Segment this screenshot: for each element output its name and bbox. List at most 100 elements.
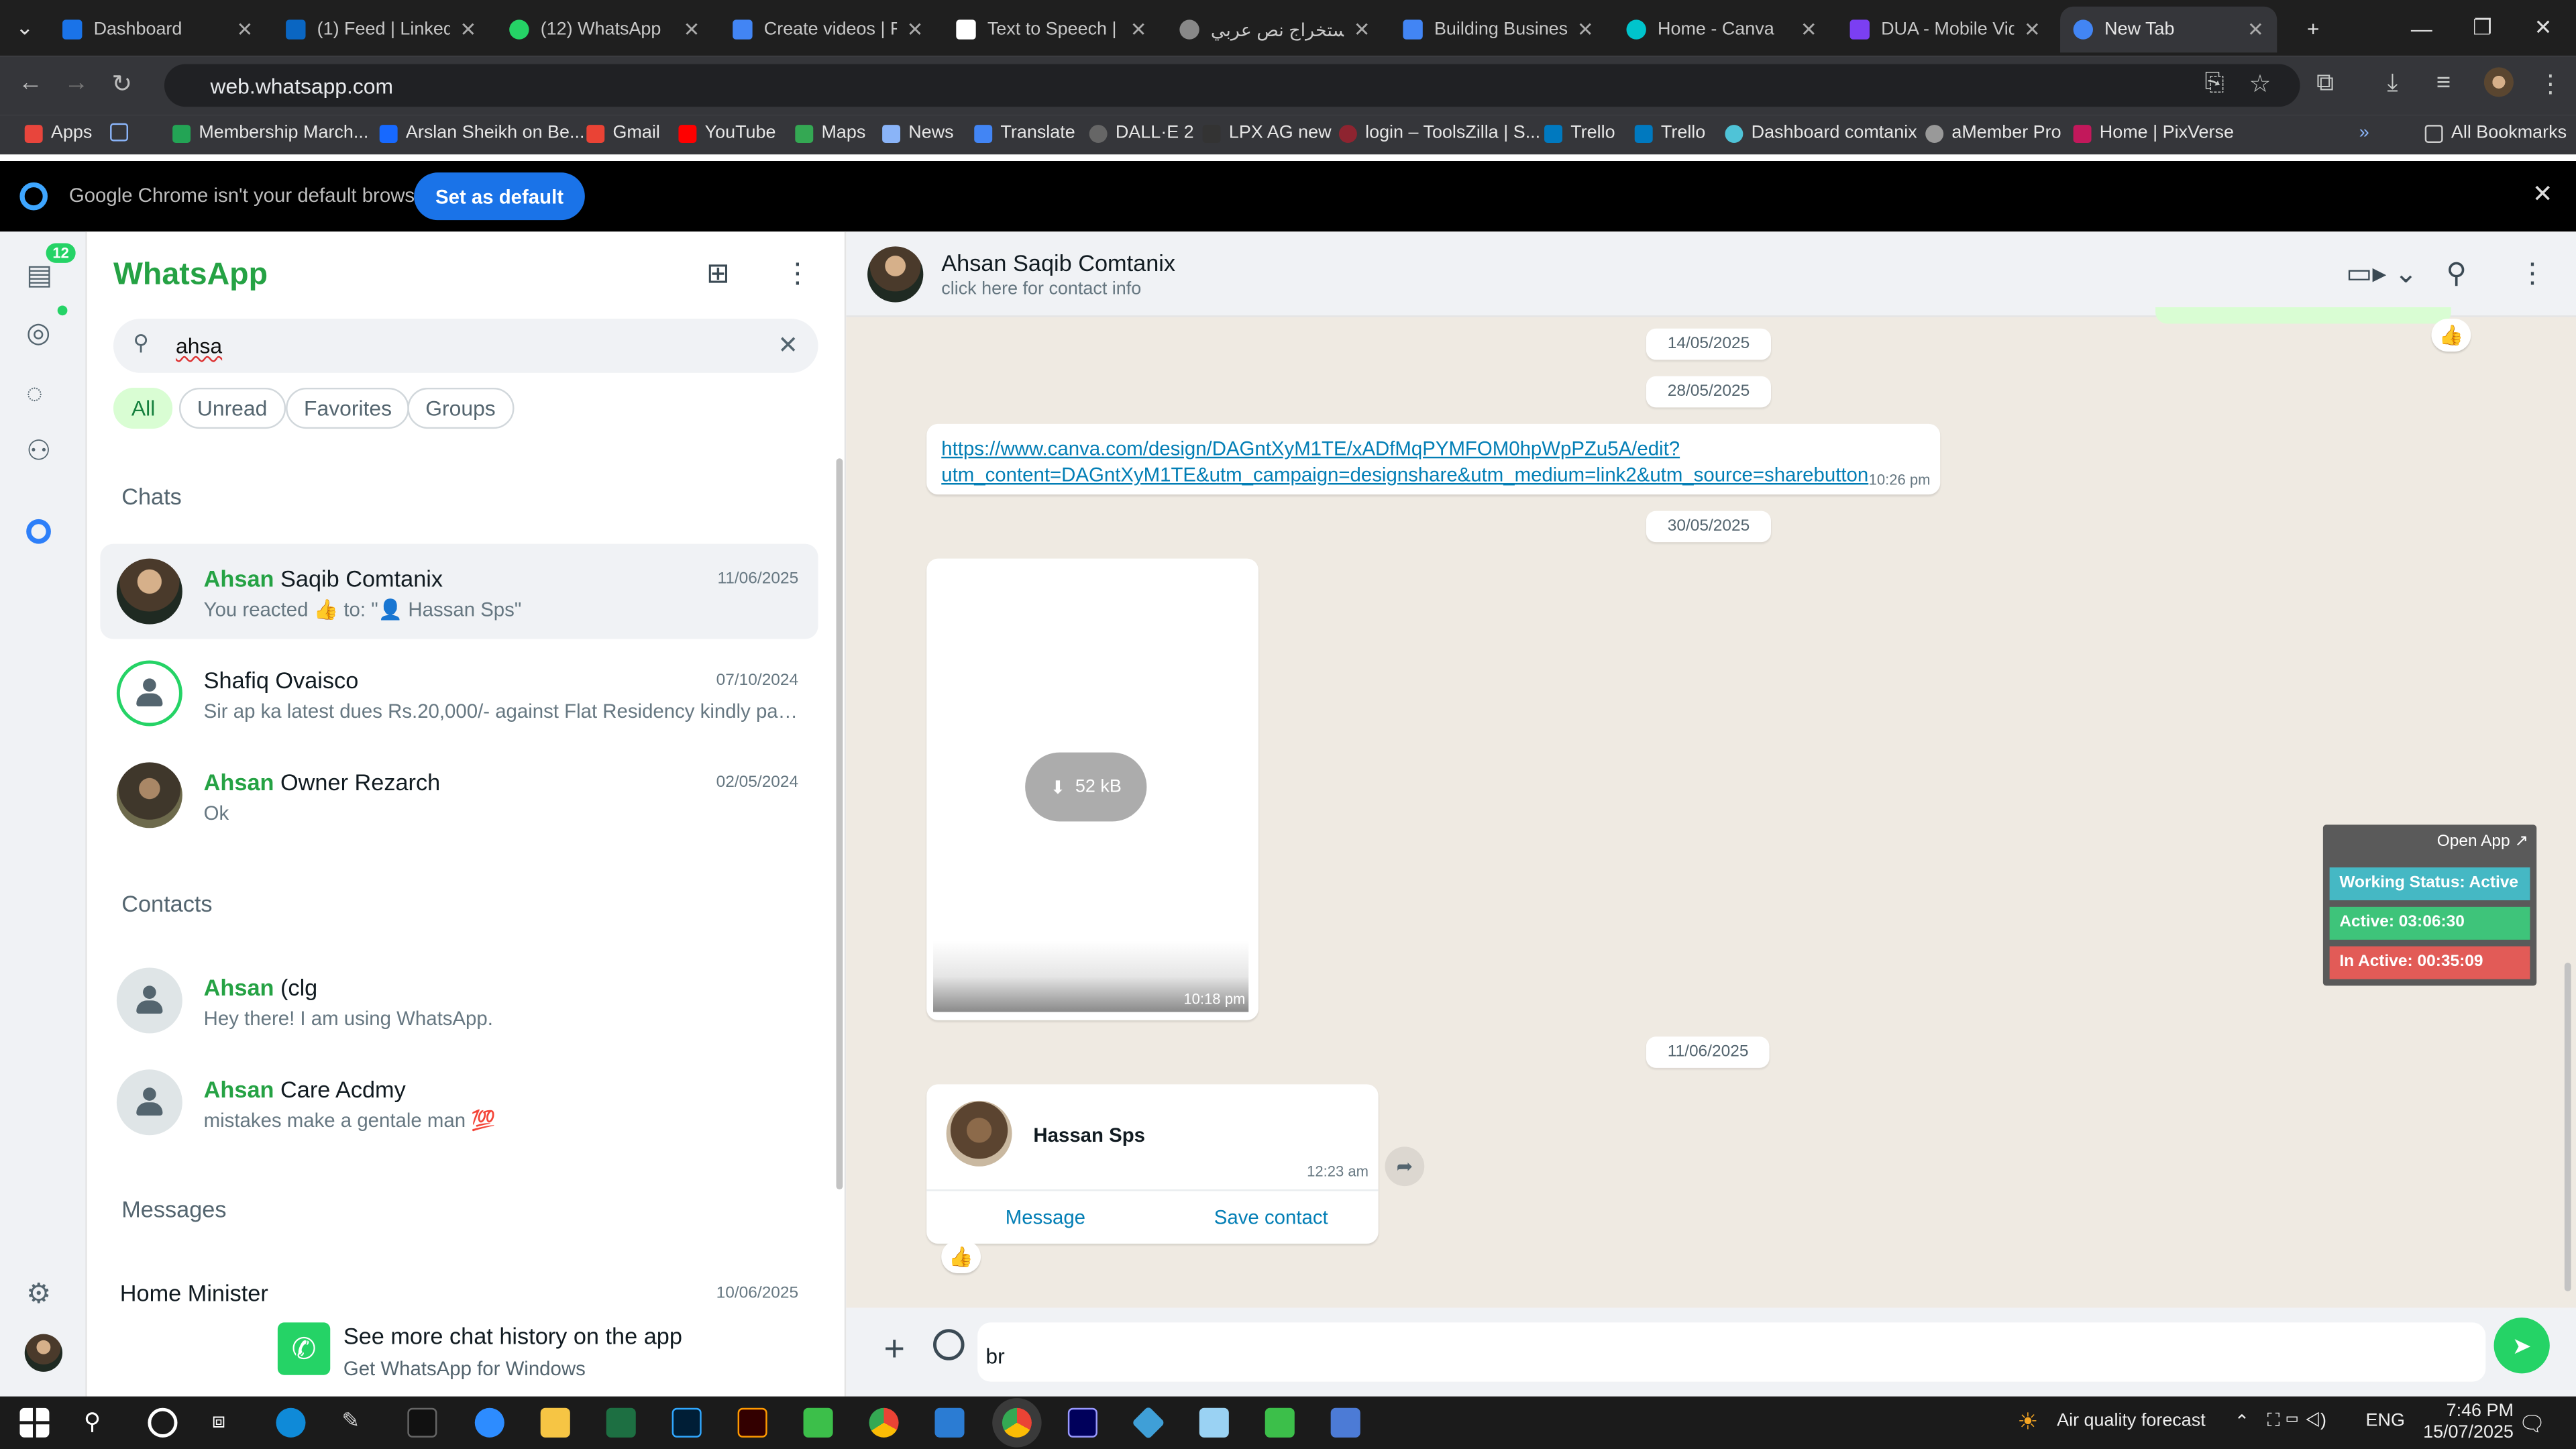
close-icon[interactable]: ✕	[2247, 18, 2264, 41]
bookmark-star-icon[interactable]: ☆	[2249, 69, 2271, 99]
attach-icon[interactable]: +	[884, 1328, 905, 1371]
window-close-icon[interactable]: ✕	[2510, 0, 2576, 56]
install-app-icon[interactable]: ⎘	[2205, 69, 2224, 97]
download-button[interactable]: ⬇ 52 kB	[1025, 752, 1147, 822]
chrome-icon[interactable]	[869, 1407, 899, 1438]
bookmark-item[interactable]: Maps	[795, 123, 865, 143]
photoshop-icon[interactable]	[672, 1407, 702, 1438]
menu-icon[interactable]: ⋮	[2518, 258, 2546, 290]
bookmark-item[interactable]: Dashboard comtanix	[1725, 123, 1917, 143]
message-link[interactable]: https://www.canva.com/design/DAGntXyM1TE…	[941, 435, 1868, 488]
settings-gear-icon[interactable]: ⚙	[26, 1278, 51, 1311]
start-icon[interactable]	[19, 1407, 50, 1438]
close-icon[interactable]: ✕	[237, 18, 254, 41]
bookmark-apps[interactable]: Apps	[24, 123, 92, 143]
save-contact-button[interactable]: Save contact	[1214, 1206, 1328, 1229]
tab-linkedin[interactable]: (1) Feed | LinkedIn✕	[273, 7, 490, 53]
message-contact-button[interactable]: Message	[1006, 1206, 1085, 1229]
filter-all[interactable]: All	[113, 387, 174, 429]
bookmark-item[interactable]: Gmail	[586, 123, 660, 143]
filter-unread[interactable]: Unread	[178, 387, 286, 429]
bookmark-item[interactable]: LPX AG new	[1202, 123, 1332, 143]
new-tab-icon[interactable]: +	[2280, 0, 2346, 56]
close-icon[interactable]: ✕	[1130, 18, 1147, 41]
extensions-icon[interactable]: ⧉	[2316, 69, 2334, 97]
excel-icon[interactable]	[606, 1407, 636, 1438]
bookmark-item[interactable]: login – ToolsZilla | S...	[1338, 123, 1540, 143]
zoom-icon[interactable]	[474, 1407, 504, 1438]
restore-icon[interactable]: ❐	[2449, 0, 2515, 56]
file-explorer-icon[interactable]	[540, 1407, 570, 1438]
message-row[interactable]: Home Minister 10/06/2025	[100, 1265, 818, 1314]
meta-ai-icon[interactable]	[26, 519, 51, 544]
get-app-promo[interactable]: ✆ See more chat history on the app Get W…	[277, 1316, 771, 1382]
message-input[interactable]: br	[977, 1322, 2486, 1382]
tab-arabic-ocr[interactable]: استخراج نص عربي ✕	[1167, 7, 1383, 53]
profile-avatar[interactable]	[24, 1334, 63, 1372]
illustrator-icon[interactable]	[737, 1407, 767, 1438]
conversation-header[interactable]: Ahsan Saqib Comtanix click here for cont…	[846, 231, 2576, 317]
bookmark-item[interactable]: YouTube	[678, 123, 775, 143]
bookmark-item[interactable]: DALL·E 2	[1089, 123, 1194, 143]
network-icon[interactable]: ⛶ ▭ ◁)	[2267, 1411, 2326, 1433]
tab-whatsapp[interactable]: (12) WhatsApp ✕	[496, 7, 713, 53]
status-icon[interactable]: ◎	[26, 317, 50, 350]
close-icon[interactable]: ✕	[1801, 18, 1817, 41]
search-input[interactable]: ⚲ ahsa ✕	[113, 319, 818, 373]
bookmark-item[interactable]: Trello	[1634, 123, 1705, 143]
chat-row[interactable]: Ahsan Saqib Comtanix You reacted 👍 to: "…	[100, 543, 818, 639]
chats-icon[interactable]: ▤	[26, 260, 52, 292]
channels-icon[interactable]: ◌	[26, 378, 43, 411]
tray-overflow-icon[interactable]: ⌃	[2235, 1411, 2250, 1432]
contact-row[interactable]: Ahsan Care Acdmy mistakes make a gentale…	[100, 1055, 818, 1150]
menu-icon[interactable]: ⋮	[784, 258, 812, 290]
forward-icon[interactable]: →	[64, 69, 89, 97]
tab-dashboard[interactable]: Dashboard ✕	[49, 7, 266, 53]
close-icon[interactable]: ✕	[2532, 179, 2553, 209]
cortana-icon[interactable]	[148, 1407, 178, 1438]
premiere-icon[interactable]	[1067, 1407, 1097, 1438]
chrome-menu-icon[interactable]: ⋮	[2538, 69, 2563, 99]
bookmark-item[interactable]: Trello	[1544, 123, 1615, 143]
search-icon[interactable]: ⚲	[2447, 258, 2467, 290]
close-icon[interactable]: ✕	[907, 18, 924, 41]
tab-text-to-speech[interactable]: Text to Speech | E ✕	[943, 7, 1160, 53]
bookmark-item[interactable]: Arslan Sheikh on Be...	[379, 123, 584, 143]
weather-text[interactable]: Air quality forecast	[2057, 1411, 2206, 1431]
clock[interactable]: 7:46 PM 15/07/2025	[2423, 1401, 2514, 1444]
send-icon[interactable]: ➤	[2493, 1318, 2550, 1374]
filter-favorites[interactable]: Favorites	[286, 387, 410, 429]
tab-search-icon[interactable]: ⌄	[0, 0, 49, 56]
profile-avatar[interactable]	[2483, 67, 2514, 97]
minimize-icon[interactable]: —	[2389, 0, 2455, 56]
close-icon[interactable]: ✕	[684, 18, 700, 41]
scrollbar[interactable]	[2564, 963, 2571, 1291]
camtasia-icon[interactable]	[1265, 1407, 1295, 1438]
contact-row[interactable]: Ahsan (clg Hey there! I am using WhatsAp…	[100, 953, 818, 1048]
bookmark-item[interactable]: aMember Pro	[1925, 123, 2061, 143]
new-chat-icon[interactable]: ⊞	[706, 258, 730, 290]
video-call-icon[interactable]: ▭▸ ⌄	[2346, 258, 2418, 290]
tab-dua-mobile[interactable]: DUA - Mobile Vid ✕	[1837, 7, 2053, 53]
set-default-button[interactable]: Set as default	[414, 172, 585, 221]
bookmark-item[interactable]: Home | PixVerse	[2073, 123, 2234, 143]
communities-icon[interactable]: ⚇	[26, 435, 51, 468]
scrollbar[interactable]	[836, 458, 843, 1190]
more-bookmarks-icon[interactable]: »	[2359, 123, 2369, 143]
media-controls-icon[interactable]: ≡	[2436, 69, 2451, 97]
edge-icon[interactable]	[276, 1407, 306, 1438]
chrome-active-icon[interactable]	[1002, 1407, 1032, 1438]
chat-row[interactable]: Ahsan Owner Rezarch Ok 02/05/2024	[100, 747, 818, 843]
contact-card-message[interactable]: Hassan Sps 12:23 am Message Save contact	[926, 1084, 1379, 1244]
close-icon[interactable]: ✕	[1577, 18, 1594, 41]
reaction-badge[interactable]: 👍	[2431, 319, 2471, 352]
calculator-icon[interactable]	[1330, 1407, 1360, 1438]
terminal-icon[interactable]	[407, 1407, 437, 1438]
close-icon[interactable]: ✕	[1354, 18, 1371, 41]
bookmark-item[interactable]: News	[882, 123, 954, 143]
downloads-icon[interactable]: ⤓	[2387, 69, 2398, 97]
open-app-link[interactable]: Open App ↗	[2437, 833, 2528, 851]
forward-icon[interactable]: ➦	[1385, 1146, 1425, 1187]
all-bookmarks[interactable]: All Bookmarks	[2424, 123, 2567, 143]
task-view-icon[interactable]: ⧈	[212, 1408, 241, 1438]
